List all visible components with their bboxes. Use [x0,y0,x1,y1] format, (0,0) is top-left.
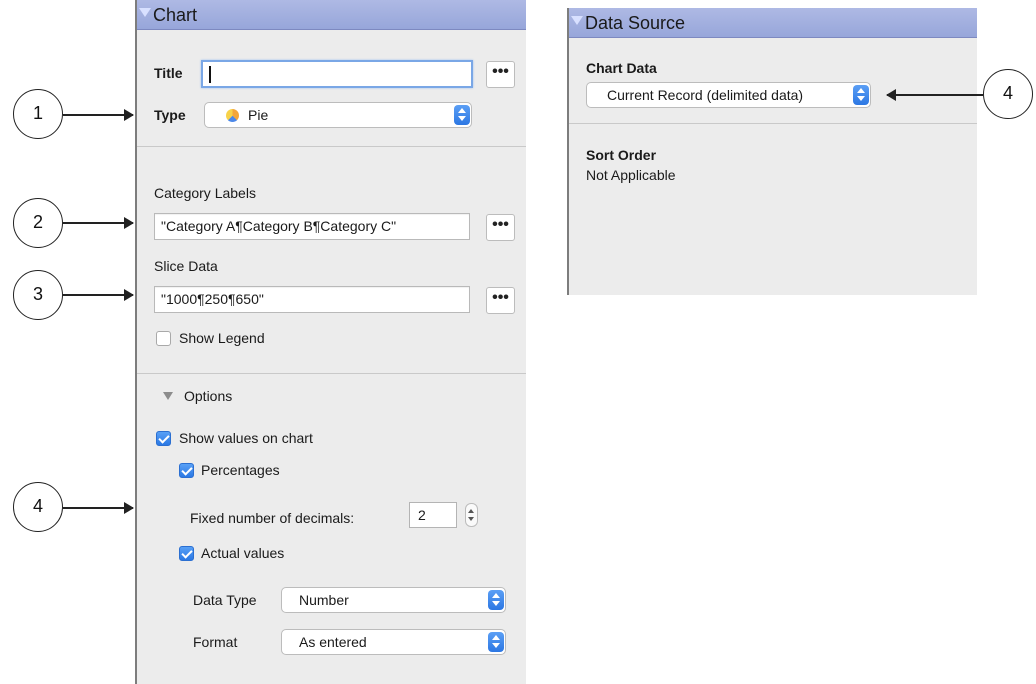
show-values-checkbox[interactable] [156,431,171,446]
slice-data-input[interactable]: "1000¶250¶650" [154,286,470,313]
data-source-panel: Data Source Chart Data Current Record (d… [567,8,977,295]
format-popup-value: As entered [299,634,367,650]
chart-panel: Chart Title ••• Type Pie Category Labels… [135,0,526,684]
title-calc-button[interactable]: ••• [486,61,515,88]
format-label: Format [193,634,238,650]
data-source-title: Data Source [585,13,686,33]
callout-3: 3 [13,270,63,320]
callout-2: 2 [13,198,63,248]
callout-arrow [63,503,134,513]
callout-4-options: 4 [13,482,63,532]
slice-data-label: Slice Data [154,258,218,274]
divider [137,146,526,147]
decimals-input[interactable]: 2 [409,502,457,528]
options-label[interactable]: Options [184,388,232,404]
type-popup[interactable]: Pie [204,102,472,128]
divider [137,373,526,374]
disclosure-triangle-icon[interactable] [571,16,583,25]
chart-data-popup-value: Current Record (delimited data) [607,87,804,103]
callout-4-data-source: 4 [983,69,1033,119]
data-source-header[interactable]: Data Source [569,8,977,38]
actual-values-checkbox[interactable] [179,546,194,561]
type-popup-value: Pie [248,107,269,123]
sort-order-label: Sort Order [586,147,657,163]
chart-data-label: Chart Data [586,60,657,76]
chart-panel-header[interactable]: Chart [137,0,526,30]
format-popup[interactable]: As entered [281,629,506,655]
data-type-label: Data Type [193,592,257,608]
category-labels-input[interactable]: "Category A¶Category B¶Category C" [154,213,470,240]
slice-data-calc-button[interactable]: ••• [486,287,515,314]
actual-values-label[interactable]: Actual values [201,545,284,561]
chart-data-popup[interactable]: Current Record (delimited data) [586,82,871,108]
chart-panel-title: Chart [153,5,198,25]
show-values-label[interactable]: Show values on chart [179,430,313,446]
popup-arrows-icon [853,85,869,105]
options-disclosure-icon[interactable] [163,392,173,400]
callout-arrow [63,218,134,228]
type-label: Type [154,107,186,123]
popup-arrows-icon [488,632,504,652]
percentages-checkbox[interactable] [179,463,194,478]
data-type-popup-value: Number [299,592,349,608]
data-type-popup[interactable]: Number [281,587,506,613]
pie-chart-icon [226,109,239,122]
popup-arrows-icon [454,105,470,125]
category-labels-calc-button[interactable]: ••• [486,214,515,241]
sort-order-value: Not Applicable [586,167,676,183]
callout-1: 1 [13,89,63,139]
decimals-label: Fixed number of decimals: [190,510,355,526]
percentages-label[interactable]: Percentages [201,462,280,478]
category-labels-label: Category Labels [154,185,256,201]
disclosure-triangle-icon[interactable] [139,8,151,17]
divider [569,123,977,124]
text-caret [209,66,211,83]
callout-arrow [63,110,134,120]
title-input[interactable] [201,60,473,88]
show-legend-label[interactable]: Show Legend [179,330,265,346]
decimals-stepper[interactable] [465,503,478,527]
title-label: Title [154,65,183,81]
show-legend-checkbox[interactable] [156,331,171,346]
popup-arrows-icon [488,590,504,610]
callout-arrow [886,90,983,100]
callout-arrow [63,290,134,300]
